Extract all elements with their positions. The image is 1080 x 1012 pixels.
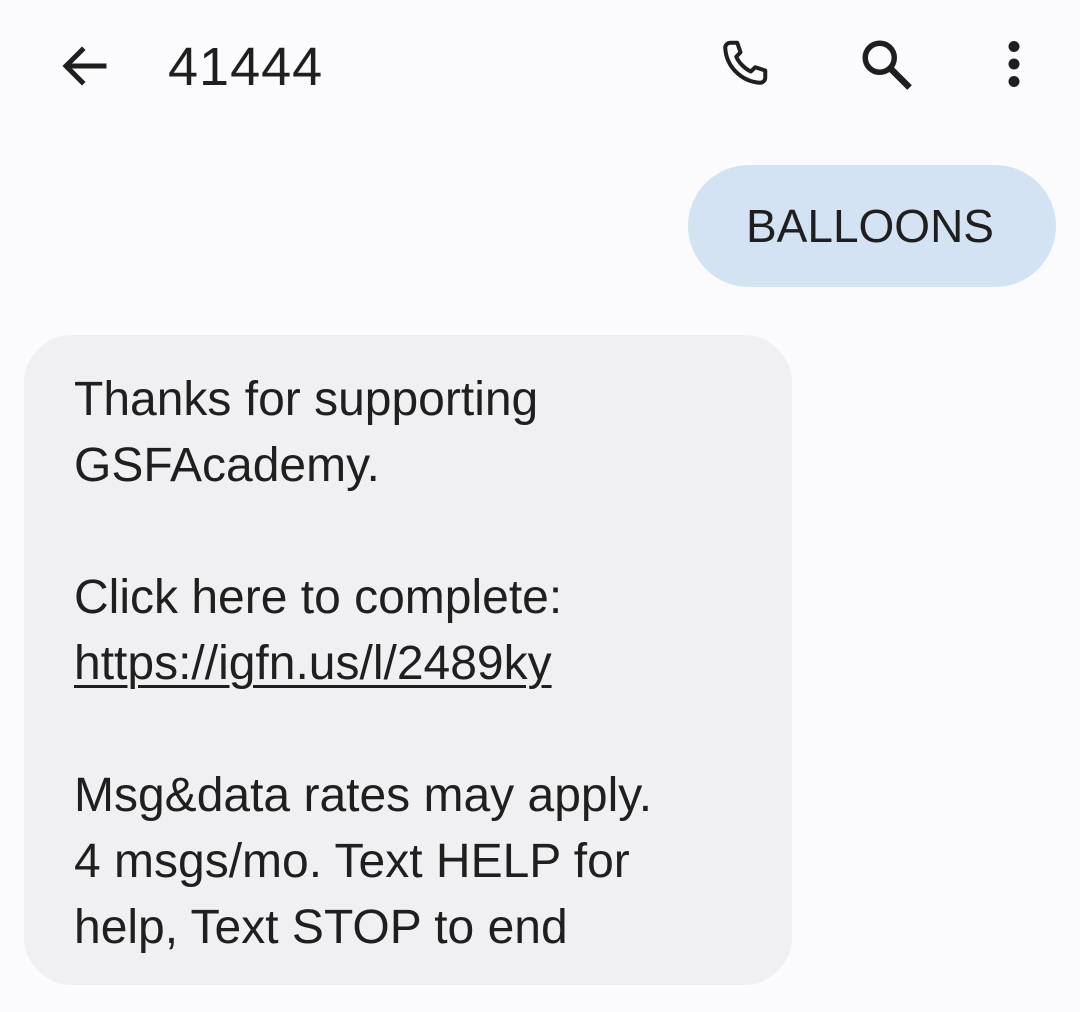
search-icon xyxy=(862,40,912,90)
conversation-title: 41444 xyxy=(168,37,324,97)
message-link-line: https://igfn.us/l/2489ky xyxy=(74,631,752,697)
message-line: Msg&data rates may apply. xyxy=(74,769,653,822)
phone-icon xyxy=(723,40,768,85)
message-line: Thanks for supporting xyxy=(74,373,539,426)
incoming-message-bubble[interactable]: Thanks for supporting GSFAcademy. Click … xyxy=(24,335,792,985)
message-line: GSFAcademy. xyxy=(74,439,380,492)
call-button[interactable] xyxy=(708,28,780,100)
search-button[interactable] xyxy=(850,28,922,100)
message-link[interactable]: https://igfn.us/l/2489ky xyxy=(74,637,552,690)
message-line: 4 msgs/mo. Text HELP for xyxy=(74,835,630,888)
back-button[interactable] xyxy=(48,30,120,102)
arrow-back-icon xyxy=(62,46,107,86)
outgoing-message-text: BALLOONS xyxy=(746,200,994,252)
message-line: Click here to complete: xyxy=(74,571,563,624)
more-vert-icon xyxy=(1008,41,1020,87)
outgoing-message-bubble[interactable]: BALLOONS xyxy=(688,165,1056,287)
top-app-bar: 41444 xyxy=(0,0,1080,132)
more-options-button[interactable] xyxy=(978,28,1050,100)
message-line: help, Text STOP to end xyxy=(74,901,568,954)
